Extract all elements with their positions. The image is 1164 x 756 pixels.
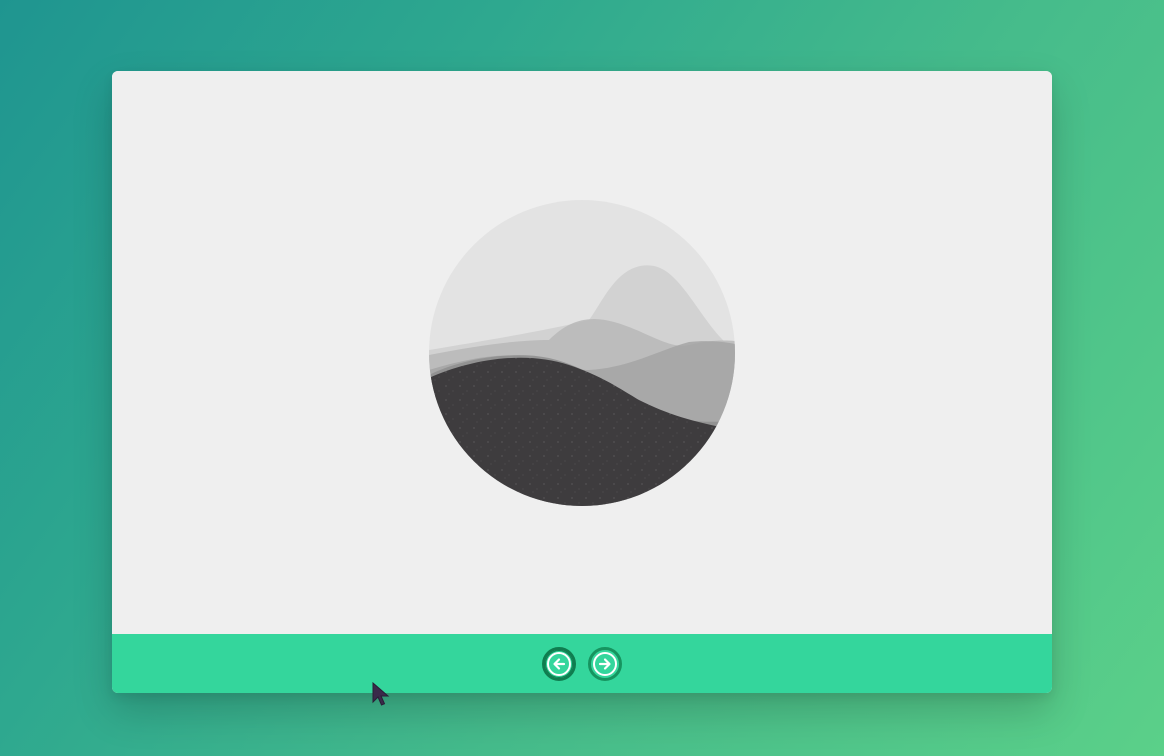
mountain-waves-artwork xyxy=(429,200,735,506)
next-button[interactable] xyxy=(588,646,622,681)
arrow-left-circle-icon xyxy=(547,651,571,676)
previous-button[interactable] xyxy=(542,646,576,681)
mouse-cursor-icon xyxy=(372,682,390,706)
navigation-bar xyxy=(112,634,1052,693)
image-viewer xyxy=(112,71,1052,634)
gallery-card xyxy=(112,71,1052,693)
arrow-right-circle-icon xyxy=(593,651,617,676)
